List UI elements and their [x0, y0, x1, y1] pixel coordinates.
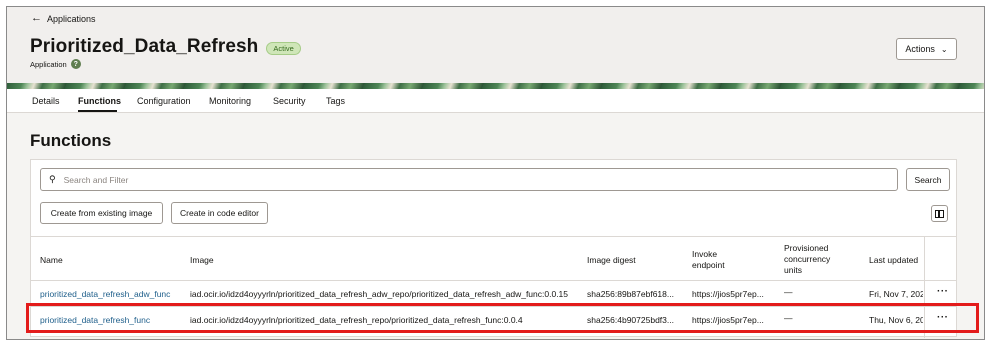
column-header-provisioned-concurrency[interactable]: Provisioned concurrency units [784, 243, 830, 276]
create-from-existing-image-button[interactable]: Create from existing image [40, 202, 163, 224]
manage-columns-button[interactable] [931, 205, 948, 222]
section-title: Functions [30, 131, 112, 150]
function-last-updated: Fri, Nov 7, 202 [869, 289, 923, 299]
tab-details[interactable]: Details [32, 96, 60, 106]
tab-bar: Details Functions Configuration Monitori… [7, 89, 984, 113]
actions-menu-button[interactable]: Actions ⌄ [896, 38, 957, 60]
search-field[interactable]: ⚲ [40, 168, 898, 191]
back-to-applications-link[interactable]: ← Applications [31, 13, 96, 24]
sticky-column-divider [924, 236, 925, 338]
function-provisioned-concurrency: — [784, 313, 793, 323]
tab-monitoring[interactable]: Monitoring [209, 96, 251, 106]
search-input[interactable] [63, 174, 864, 185]
search-button[interactable]: Search [906, 168, 950, 191]
more-actions-icon[interactable]: ··· [937, 312, 949, 323]
page-header: ← Applications Prioritized_Data_Refresh … [7, 7, 984, 83]
title-row: Prioritized_Data_Refresh Active [30, 36, 301, 58]
back-arrow-icon: ← [31, 12, 42, 24]
column-header-provisioned-line2: concurrency [784, 254, 831, 264]
chevron-down-icon: ⌄ [940, 44, 948, 54]
column-header-name[interactable]: Name [40, 255, 63, 266]
function-image-digest: sha256:89b87ebf618... [587, 289, 674, 299]
header-row-divider [31, 280, 956, 281]
columns-icon [935, 209, 944, 218]
function-invoke-endpoint: https://jios5pr7ep... [692, 289, 764, 299]
function-image: iad.ocir.io/idzd4oyyyrln/prioritized_dat… [190, 289, 569, 299]
tab-security[interactable]: Security [273, 96, 306, 106]
back-link-label: Applications [47, 13, 96, 24]
functions-section: Functions ⚲ Search Create from existing … [7, 113, 984, 339]
column-header-invoke-endpoint-line1: Invoke [692, 249, 718, 259]
column-header-last-updated[interactable]: Last updated [869, 255, 918, 266]
actions-label: Actions [905, 44, 935, 54]
function-name-link[interactable]: prioritized_data_refresh_adw_func [40, 289, 185, 299]
function-image: iad.ocir.io/idzd4oyyyrln/prioritized_dat… [190, 315, 523, 325]
table-top-divider [31, 236, 956, 237]
function-name-link[interactable]: prioritized_data_refresh_func [40, 315, 185, 325]
status-badge: Active [266, 41, 301, 55]
column-header-image-digest[interactable]: Image digest [587, 255, 636, 266]
function-provisioned-concurrency: — [784, 287, 793, 297]
active-tab-indicator [78, 110, 117, 112]
function-image-digest: sha256:4b90725bdf3... [587, 315, 674, 325]
more-actions-icon[interactable]: ··· [937, 286, 949, 297]
application-page: ← Applications Prioritized_Data_Refresh … [6, 6, 985, 340]
resource-type: Application ? [30, 59, 81, 69]
help-icon[interactable]: ? [70, 59, 81, 69]
search-icon: ⚲ [49, 174, 56, 184]
create-in-code-editor-button[interactable]: Create in code editor [171, 202, 268, 224]
column-header-image[interactable]: Image [190, 255, 214, 266]
column-header-provisioned-line1: Provisioned [784, 243, 829, 253]
functions-table-panel: ⚲ Search Create from existing image Crea… [30, 159, 957, 338]
page-title: Prioritized_Data_Refresh [30, 36, 259, 57]
function-invoke-endpoint: https://jios5pr7ep... [692, 315, 764, 325]
column-header-provisioned-line3: units [784, 265, 802, 275]
function-last-updated: Thu, Nov 6, 20 [869, 315, 923, 325]
column-header-invoke-endpoint-line2: endpoint [692, 260, 725, 270]
row-divider [31, 306, 956, 307]
tab-functions[interactable]: Functions [78, 96, 121, 106]
column-header-invoke-endpoint[interactable]: Invoke endpoint [692, 249, 725, 271]
tab-configuration[interactable]: Configuration [137, 96, 191, 106]
tab-tags[interactable]: Tags [326, 96, 345, 106]
resource-type-label: Application [30, 59, 67, 69]
